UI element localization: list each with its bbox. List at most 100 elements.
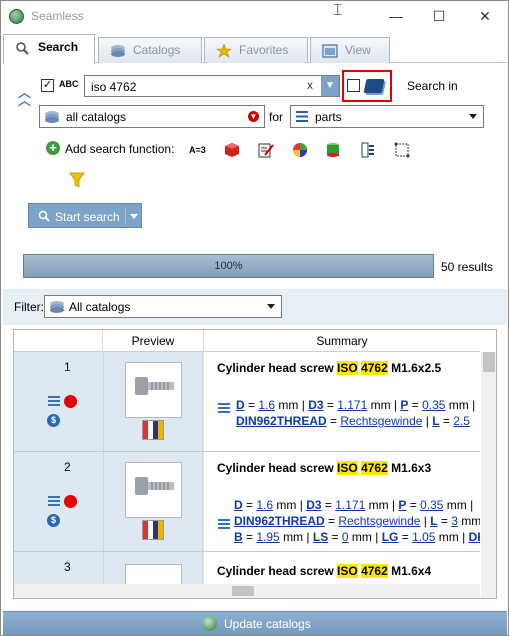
search-icon [16,42,29,55]
summary-cell: Cylinder head screw ISO 4762 M1.6x2.5 D … [204,352,480,451]
search-in-label: Search in [407,79,458,93]
horizontal-scrollbar[interactable] [14,584,480,598]
window-title: Seamless [31,9,84,23]
filter-icon[interactable] [69,172,85,188]
summary-cell: Cylinder head screw ISO 4762 M1.6x3 D = … [204,452,480,551]
tab-search[interactable]: Search [3,34,95,64]
part-thumbnail[interactable] [125,462,182,518]
search-query-value: iso 4762 [91,80,137,94]
clear-query-button[interactable]: x [307,78,313,92]
catalogs-icon [50,301,64,313]
color-icon[interactable] [292,142,308,158]
progress-label: 100% [214,260,243,272]
text-cursor-icon: ⌶ [333,2,343,19]
search-panel: ︿ ︿ ✓ ABC iso 4762 x ▼ Search in all cata… [3,63,507,611]
catalogs-icon [45,111,59,123]
update-catalogs-label: Update catalogs [224,617,311,631]
edit-form-icon[interactable] [258,142,274,158]
tab-search-label: Search [38,40,79,54]
tab-view[interactable]: View [310,37,390,63]
vertical-scrollbar[interactable] [481,352,496,598]
flags-icon [142,420,164,440]
header-preview[interactable]: Preview [103,330,204,352]
catalog-select[interactable]: all catalogs ▼ [39,105,265,128]
param-line: B = 1.95 mm | LS = 0 mm | LG = 1.05 mm |… [234,530,480,544]
screw-icon [135,377,174,395]
minimize-button[interactable]: — [386,7,406,25]
grid-header: Preview Summary [14,330,480,352]
type-select[interactable]: parts [290,105,484,128]
param-line: D = 1.6 mm | D3 = 1.171 mm | P = 0.35 mm… [236,398,476,412]
list-icon [296,111,308,122]
screw-icon [135,477,174,495]
start-search-button[interactable]: Start search [28,203,142,228]
text-search-icon[interactable]: A=3 [189,142,206,158]
sketch-icon[interactable] [394,142,410,158]
tab-bar: Search Catalogs Favorites View [3,34,507,64]
chevron-down-icon [267,304,275,309]
row-index: 1 [64,360,71,374]
details-icon[interactable] [48,496,60,506]
type-select-value: parts [315,110,342,124]
catalogs-icon [111,45,125,57]
search-icon [38,210,50,222]
for-label: for [269,110,284,124]
search-query-input[interactable]: iso 4762 [84,75,340,97]
title-bar: Seamless ⌶ — ☐ ✕ [1,1,508,31]
star-icon [216,44,232,58]
header-index [14,330,103,352]
row-index: 3 [64,560,71,574]
fulltext-checkbox[interactable]: ✓ [41,79,54,92]
book-icon[interactable] [363,79,385,93]
table-row[interactable]: 2 $ Cylinder head screw ISO 4762 M1.6x3 … [14,452,480,552]
maximize-button[interactable]: ☐ [429,7,449,25]
chevron-down-icon [469,114,477,119]
table-icon[interactable] [360,142,376,158]
results-grid: Preview Summary 1 $ Cylinder head screw … [13,329,497,599]
price-icon[interactable]: $ [47,514,60,527]
tab-favorites[interactable]: Favorites [204,37,308,63]
search-progress-bar: 100% [23,254,434,278]
param-line: D = 1.6 mm | D3 = 1.171 mm | P = 0.35 mm… [234,498,474,512]
filter-bar: Filter: All catalogs [3,289,507,325]
part-title[interactable]: Cylinder head screw ISO 4762 M1.6x2.5 [217,361,441,375]
details-icon[interactable] [218,519,230,529]
filter-label: Filter: [14,300,44,314]
filter-select[interactable]: All catalogs [44,295,282,318]
query-history-dropdown[interactable]: ▼ [321,76,339,96]
view-icon [322,44,338,58]
part-thumbnail[interactable] [125,362,182,418]
param-line: DIN962THREAD = Rechtsgewinde | L = 3 mm … [234,514,480,528]
cube-icon[interactable] [224,142,240,158]
catalog-select-value: all catalogs [66,110,127,124]
search-in-checkbox[interactable] [347,79,360,92]
filter-select-value: All catalogs [69,300,131,314]
results-count: 50 results [441,260,494,274]
app-logo-icon [9,9,24,24]
row-index: 2 [64,460,71,474]
tab-favorites-label: Favorites [239,43,289,57]
param-line: DIN962THREAD = Rechtsgewinde | L = 2.5 [236,414,470,428]
start-search-dropdown-icon[interactable] [130,214,138,219]
part-title[interactable]: Cylinder head screw ISO 4762 M1.6x3 [217,461,431,475]
details-icon[interactable] [48,396,60,406]
status-red-icon [64,395,77,408]
part-title[interactable]: Cylinder head screw ISO 4762 M1.6x4 [217,564,431,578]
table-row[interactable]: 1 $ Cylinder head screw ISO 4762 M1.6x2.… [14,352,480,452]
catalog-dropdown-icon[interactable]: ▼ [248,111,259,122]
start-search-label: Start search [55,210,120,224]
tab-catalogs[interactable]: Catalogs [98,37,202,63]
add-function-label: Add search function: [65,142,175,156]
header-summary[interactable]: Summary [204,330,480,352]
details-icon[interactable] [218,403,230,413]
collapse-chevrons-icon[interactable]: ︿ ︿ [18,86,31,107]
price-icon[interactable]: $ [47,414,60,427]
update-catalogs-button[interactable]: Update catalogs [3,611,507,635]
add-function-icon[interactable]: + [46,141,60,155]
abc-label: ABC [59,79,79,89]
geometry-icon[interactable] [325,142,341,158]
preview-cell [103,352,203,451]
close-button[interactable]: ✕ [475,7,495,25]
tab-view-label: View [345,43,371,57]
status-red-icon [64,495,77,508]
